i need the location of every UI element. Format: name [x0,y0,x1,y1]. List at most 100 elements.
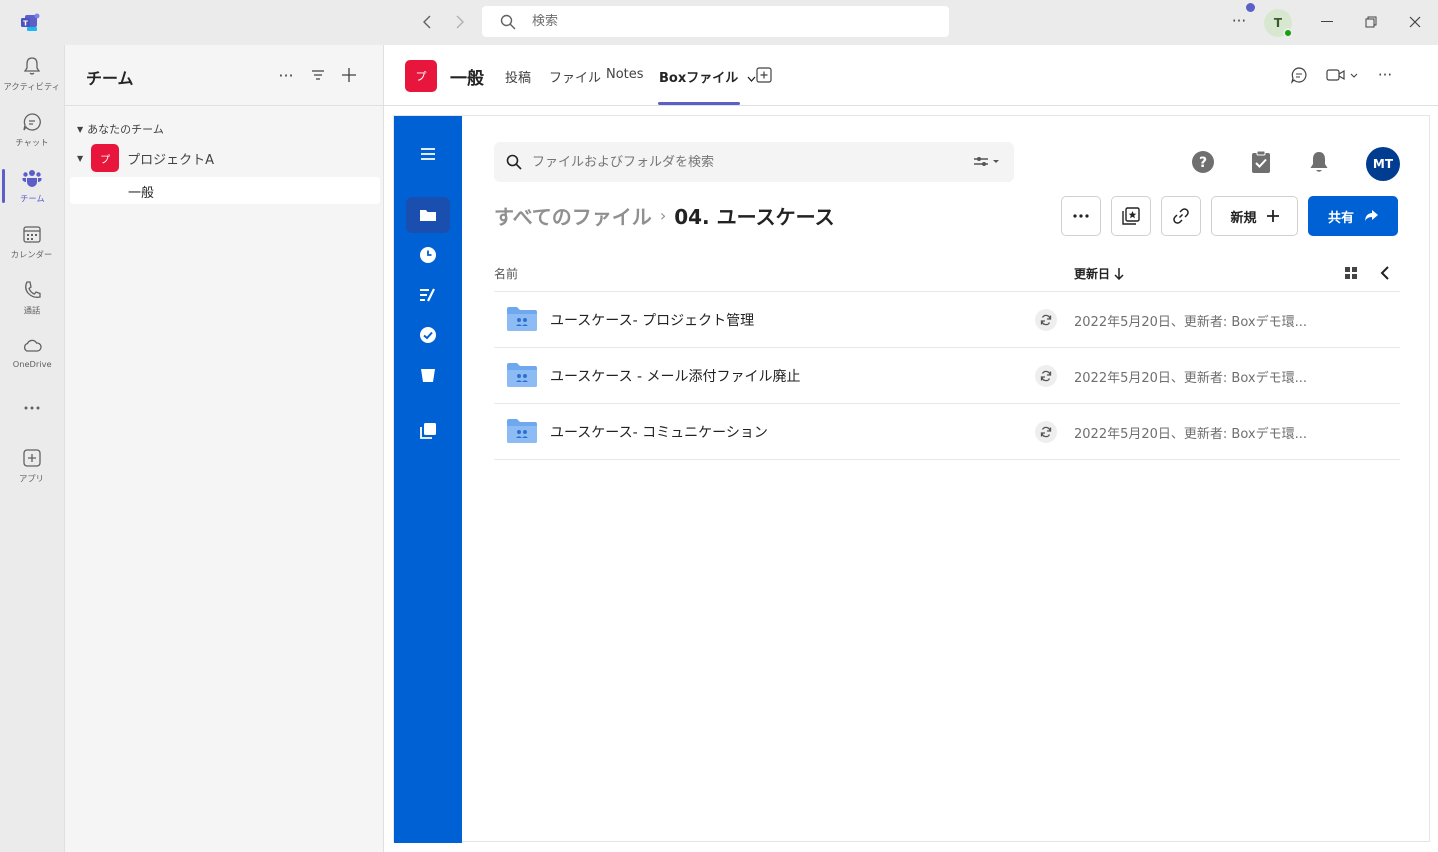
check-circle-icon [420,327,436,343]
rail-item-calls[interactable]: 通話 [0,273,64,325]
rail-item-onedrive[interactable]: OneDrive [0,329,64,381]
rail-more-apps[interactable] [0,391,64,443]
file-updated: 2022年5月20日、更新者: Boxデモ環... [1074,371,1307,386]
more-horizontal-icon [1073,214,1089,218]
tab-files[interactable]: ファイル [549,67,601,86]
more-options-icon[interactable]: ··· [1228,12,1250,32]
new-button[interactable]: 新規 [1211,196,1298,236]
teams-list-panel: チーム ··· ▼ あなたのチーム ▼ プ プロジェクトA 一般 [64,45,384,852]
filter-icon[interactable] [308,65,328,85]
rail-item-apps[interactable]: アプリ [0,441,64,493]
collection-star-icon [1122,207,1140,225]
file-list: ユースケース- プロジェクト管理 2022年5月20日、更新者: Boxデモ環.… [494,292,1400,460]
box-user-avatar[interactable]: MT [1366,147,1400,181]
forward-arrow-icon[interactable] [449,11,471,33]
search-filter-icon[interactable] [972,154,1002,170]
caret-down-icon: ▼ [77,124,84,134]
svg-text:T: T [23,20,28,28]
box-nav-all-files[interactable] [406,197,450,233]
channel-team-avatar: プ [405,60,437,92]
bell-icon [23,57,41,75]
team-avatar: プ [91,144,120,172]
add-tab-icon[interactable] [756,67,772,83]
channel-header: プ 一般 投稿 ファイル Notes Boxファイル ··· [384,45,1438,106]
file-name[interactable]: ユースケース - メール添付ファイル廃止 [550,366,801,386]
tab-notes[interactable]: Notes [606,67,644,82]
chevron-left-icon[interactable] [1378,265,1392,281]
chat-icon [23,113,41,131]
link-icon [1173,208,1189,224]
close-window-icon[interactable] [1402,10,1428,34]
channel-title: 一般 [450,69,484,89]
breadcrumb-current-folder: 04. ユースケース [674,205,835,229]
box-nav-tasks[interactable] [406,317,450,353]
minimize-icon[interactable] [1314,10,1340,34]
rail-label: チャット [15,139,49,149]
sort-descending-icon [1114,267,1124,280]
rail-item-teams[interactable]: チーム [0,161,64,213]
box-search-input[interactable] [532,154,952,170]
back-arrow-icon[interactable] [416,11,438,33]
box-search-bar[interactable] [494,142,1014,182]
active-tab-indicator [658,102,740,105]
video-camera-icon [1326,69,1345,81]
team-item-project-a[interactable]: ▼ プ プロジェクトA [77,144,214,172]
video-call-button[interactable] [1324,65,1360,85]
help-icon[interactable]: ? [1191,150,1215,174]
copy-link-button[interactable] [1161,196,1201,236]
sync-icon[interactable] [1035,365,1057,387]
global-search-input[interactable] [532,14,912,29]
column-header-updated[interactable]: 更新日 [1074,265,1124,282]
sync-icon[interactable] [1035,309,1057,331]
rail-item-calendar[interactable]: カレンダー [0,217,64,269]
notes-icon [420,288,435,302]
tab-box-files[interactable]: Boxファイル [659,67,756,86]
tasks-clipboard-icon[interactable] [1249,150,1273,174]
profile-avatar[interactable]: T [1264,9,1293,38]
rail-item-chat[interactable]: チャット [0,105,64,157]
channel-item-general[interactable]: 一般 [70,177,380,204]
profile-initial: T [1273,16,1283,30]
breadcrumb-root[interactable]: すべてのファイル [494,201,652,230]
box-nav-recents[interactable] [406,237,450,273]
box-nav-collections[interactable] [406,413,450,449]
team-name: プロジェクトA [127,152,215,168]
table-row[interactable]: ユースケース - メール添付ファイル廃止 2022年5月20日、更新者: Box… [494,348,1400,404]
add-team-icon[interactable] [339,65,359,85]
new-button-label: 新規 [1230,210,1257,226]
caret-down-icon: ▼ [77,153,84,163]
share-button[interactable]: 共有 [1308,196,1398,236]
table-row[interactable]: ユースケース- プロジェクト管理 2022年5月20日、更新者: Boxデモ環.… [494,292,1400,348]
notifications-bell-icon[interactable] [1307,150,1331,174]
tab-posts[interactable]: 投稿 [505,67,531,86]
your-teams-section[interactable]: ▼ あなたのチーム [77,121,164,137]
title-bar: T ··· T [0,0,1438,45]
global-search-bar[interactable] [482,6,949,37]
meeting-chat-icon[interactable] [1289,65,1309,85]
restore-icon[interactable] [1358,10,1384,34]
box-app-frame: ? MT すべてのファイル › 04. ユースケース 新規 共有 [393,115,1430,843]
file-name[interactable]: ユースケース- プロジェクト管理 [550,310,754,330]
file-name[interactable]: ユースケース- コミュニケーション [550,422,768,442]
rail-label: アプリ [19,475,45,485]
teams-logo-icon[interactable]: T [20,12,42,32]
folder-more-button[interactable] [1061,196,1101,236]
rail-label: OneDrive [12,360,52,370]
sync-icon[interactable] [1035,421,1057,443]
app-rail: アクティビティ チャット チーム カレンダー 通話 OneDrive アプリ [0,45,64,852]
add-to-collection-button[interactable] [1111,196,1151,236]
rail-item-activity[interactable]: アクティビティ [0,49,64,101]
file-updated: 2022年5月20日、更新者: Boxデモ環... [1074,315,1307,330]
cloud-icon [23,339,42,352]
box-menu-icon[interactable] [406,136,450,172]
your-teams-label: あなたのチーム [87,123,164,136]
box-nav-notes[interactable] [406,277,450,313]
table-row[interactable]: ユースケース- コミュニケーション 2022年5月20日、更新者: Boxデモ環… [494,404,1400,460]
column-header-name[interactable]: 名前 [494,265,518,282]
search-icon [506,154,522,170]
channel-more-icon[interactable]: ··· [1374,65,1396,85]
box-nav-trash[interactable] [406,357,450,393]
calendar-icon [23,226,41,243]
teams-more-icon[interactable]: ··· [276,65,296,85]
grid-view-icon[interactable] [1344,266,1358,280]
